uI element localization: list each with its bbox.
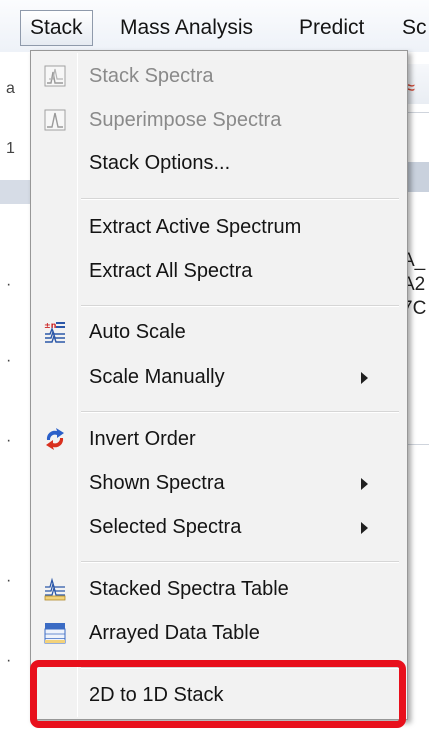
arrayed-data-table-icon [43,621,67,645]
menu-item-invert-order[interactable]: Invert Order [31,417,405,461]
menu-item-label: Scale Manually [89,366,225,388]
menu-item-scale-manually[interactable]: Scale Manually [31,355,405,399]
menu-item-stacked-spectra-table[interactable]: Stacked Spectra Table [31,567,405,611]
background-mark: · [6,572,12,589]
menu-item-stack-options[interactable]: Stack Options... [31,141,405,185]
menu-item-label: Stack Spectra [89,65,214,87]
menu-item-label: Extract All Spectra [89,260,253,282]
highlight-annotation [30,660,406,728]
menu-stack[interactable]: Stack [20,10,93,46]
menu-item-label: Shown Spectra [89,472,225,494]
submenu-arrow-icon [361,478,368,490]
stack-dropdown-menu: Stack Spectra Superimpose Spectra Stack … [30,50,408,720]
menu-item-extract-active-spectrum[interactable]: Extract Active Spectrum [31,205,405,249]
background-mark: · [6,652,12,669]
menu-separator [81,411,399,413]
menu-item-selected-spectra[interactable]: Selected Spectra [31,505,405,549]
superimpose-spectra-icon [43,108,67,132]
svg-text:±n: ±n [44,321,57,330]
menu-separator [81,305,399,307]
menu-item-label: Extract Active Spectrum [89,216,302,238]
submenu-arrow-icon [361,522,368,534]
background-header-band [0,180,30,204]
menu-item-label: Invert Order [89,428,196,450]
background-mark: · [6,276,12,293]
invert-order-icon [43,427,67,451]
menu-item-label: Auto Scale [89,321,186,343]
menu-item-shown-spectra[interactable]: Shown Spectra [31,461,405,505]
background-mark: 1 [6,140,15,157]
menu-item-label: Superimpose Spectra [89,109,282,131]
menu-item-label: Stack Options... [89,152,231,174]
menu-item-label: Stacked Spectra Table [89,578,289,600]
menu-mass-analysis[interactable]: Mass Analysis [111,12,262,46]
menu-item-superimpose-spectra[interactable]: Superimpose Spectra [31,98,405,142]
menu-predict[interactable]: Predict [290,12,373,46]
menu-sc-partial[interactable]: Sc [393,12,429,46]
menu-item-arrayed-data-table[interactable]: Arrayed Data Table [31,611,405,655]
menu-item-stack-spectra[interactable]: Stack Spectra [31,54,405,98]
stack-spectra-icon [43,64,67,88]
menu-separator [81,198,399,200]
background-mark: · [6,352,12,369]
menu-bar: Stack Mass Analysis Predict Sc [0,0,429,52]
background-mark: a [6,80,15,97]
background-left-panel: a 1 · · · · · [0,52,30,740]
menu-item-label: Selected Spectra [89,516,242,538]
submenu-arrow-icon [361,372,368,384]
stacked-spectra-table-icon [43,577,67,601]
menu-item-auto-scale[interactable]: ±n Auto Scale [31,310,405,354]
auto-scale-icon: ±n [43,320,67,344]
menu-separator [81,561,399,563]
menu-item-extract-all-spectra[interactable]: Extract All Spectra [31,249,405,293]
background-mark: · [6,432,12,449]
menu-item-label: Arrayed Data Table [89,622,260,644]
